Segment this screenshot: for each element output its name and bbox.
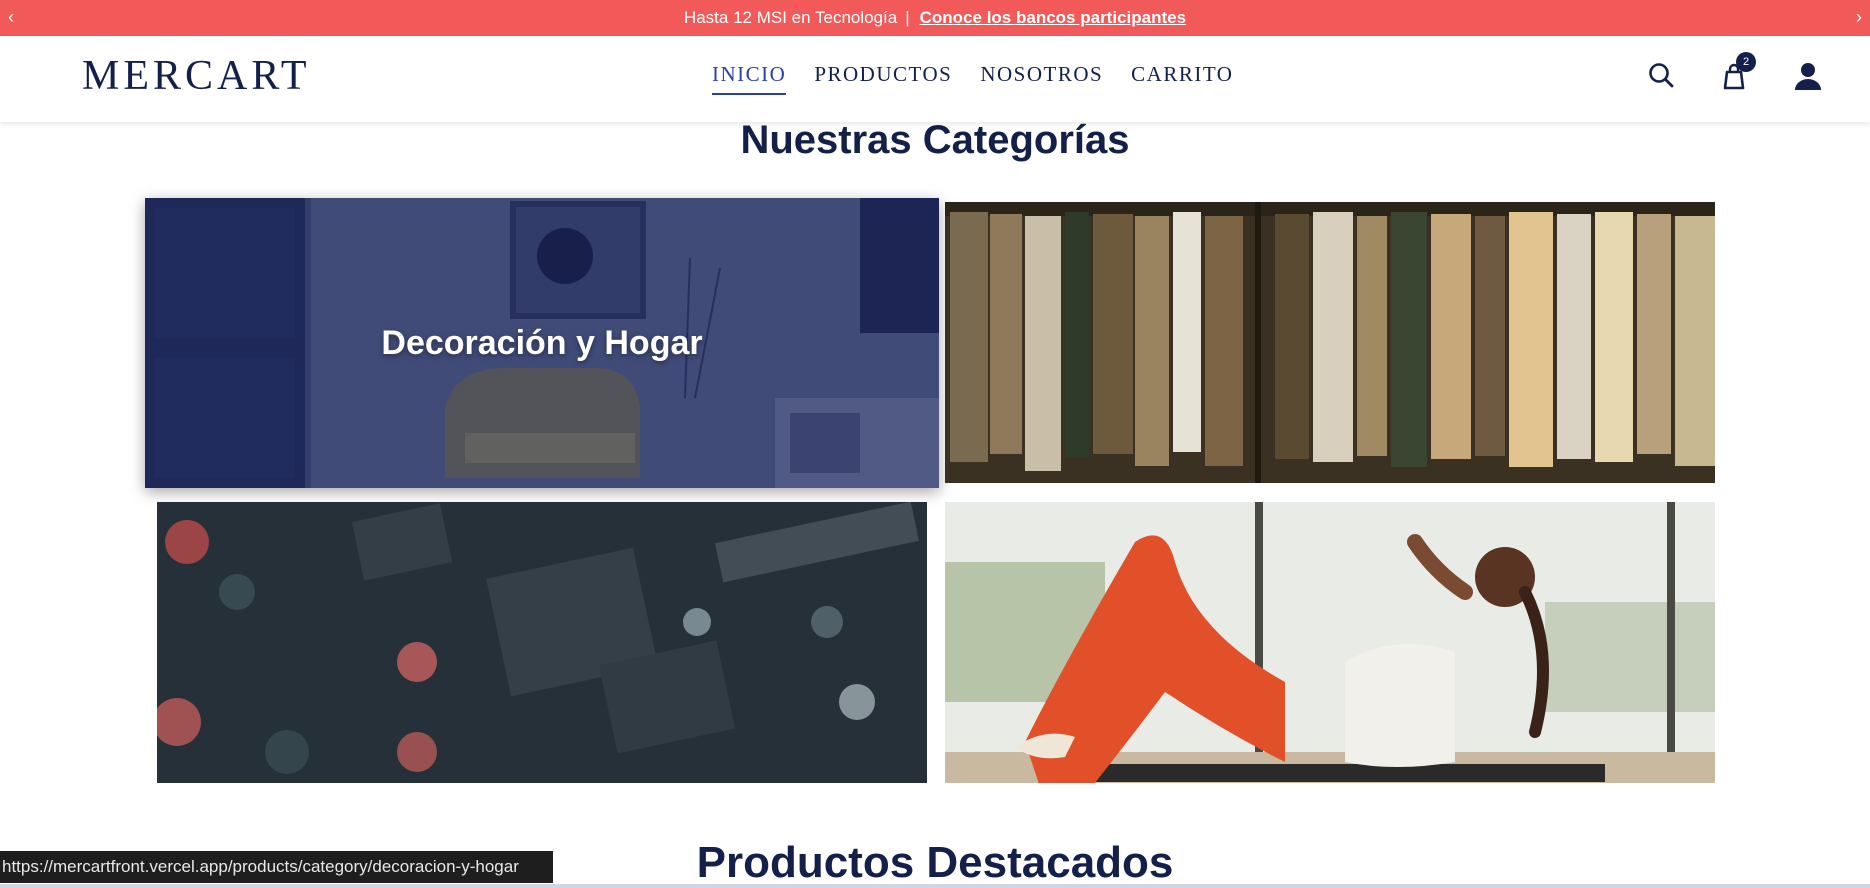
category-tile-decoracion[interactable]: Decoración y Hogar: [145, 198, 939, 488]
main-nav: INICIO PRODUCTOS NOSOTROS CARRITO: [712, 62, 1233, 95]
cart-count-badge: 2: [1736, 52, 1756, 72]
chevron-left-icon[interactable]: ‹: [8, 7, 14, 28]
woman-exercising-photo: [945, 502, 1715, 783]
promo-text: Hasta 12 MSI en Tecnología: [683, 8, 898, 27]
chevron-right-icon[interactable]: ›: [1856, 7, 1862, 28]
nav-item-nosotros[interactable]: NOSOTROS: [980, 62, 1103, 95]
category-tile-tecnologia[interactable]: [157, 502, 927, 783]
nav-item-inicio[interactable]: INICIO: [712, 62, 787, 95]
category-label-decoracion: Decoración y Hogar: [381, 323, 703, 362]
site-header: MERCART INICIO PRODUCTOS NOSOTROS CARRIT…: [0, 36, 1870, 122]
categories-title: Nuestras Categorías: [740, 118, 1130, 162]
promo-bar: ‹ Hasta 12 MSI en Tecnología | Conoce lo…: [0, 0, 1870, 36]
user-icon[interactable]: [1790, 58, 1826, 94]
promo-link[interactable]: Conoce los bancos participantes: [920, 8, 1186, 28]
bottom-divider: [0, 884, 1870, 888]
promo-separator: |: [905, 8, 910, 27]
category-tile-ropa[interactable]: [945, 202, 1715, 483]
category-tile-deportes[interactable]: [945, 502, 1715, 783]
circuit-board-photo: [157, 502, 927, 783]
link-preview-statusbar: https://mercartfront.vercel.app/products…: [0, 851, 553, 883]
clothing-rack-photo: [945, 202, 1715, 483]
logo[interactable]: MERCART: [82, 52, 311, 100]
nav-item-carrito[interactable]: CARRITO: [1131, 62, 1233, 95]
nav-item-productos[interactable]: PRODUCTOS: [814, 62, 952, 95]
shopping-bag-icon[interactable]: 2: [1716, 52, 1756, 94]
search-icon[interactable]: [1644, 58, 1680, 94]
